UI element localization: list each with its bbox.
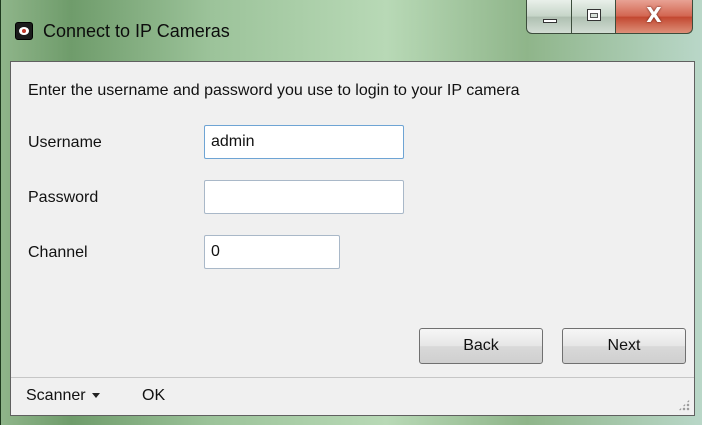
password-field[interactable]	[204, 180, 404, 214]
password-label: Password	[28, 189, 99, 206]
title-bar[interactable]: Connect to IP Cameras X	[1, 0, 702, 52]
username-label: Username	[28, 134, 102, 151]
close-icon: X	[646, 3, 662, 27]
back-button[interactable]: Back	[419, 328, 543, 364]
next-button[interactable]: Next	[562, 328, 686, 364]
instructions-text: Enter the username and password you use …	[28, 82, 520, 99]
channel-field[interactable]	[204, 235, 340, 269]
window-title: Connect to IP Cameras	[43, 21, 230, 41]
status-text: OK	[142, 387, 166, 404]
channel-label: Channel	[28, 244, 88, 261]
resize-grip-icon[interactable]	[678, 399, 690, 411]
dropdown-caret-icon	[91, 393, 100, 399]
close-button[interactable]: X	[615, 0, 693, 34]
minimize-icon	[543, 19, 557, 23]
camera-eye-icon[interactable]	[15, 22, 33, 40]
dialog-content: Enter the username and password you use …	[10, 61, 695, 416]
maximize-icon	[587, 9, 601, 21]
dialog-window: Connect to IP Cameras X Enter the userna…	[0, 0, 702, 425]
scanner-dropdown-label: Scanner	[26, 387, 86, 404]
minimize-button[interactable]	[526, 0, 572, 34]
window-controls: X	[526, 0, 694, 36]
username-field[interactable]	[204, 125, 404, 159]
maximize-button[interactable]	[571, 0, 616, 34]
scanner-dropdown[interactable]: Scanner	[26, 387, 100, 405]
status-bar: Scanner OK	[11, 377, 694, 415]
